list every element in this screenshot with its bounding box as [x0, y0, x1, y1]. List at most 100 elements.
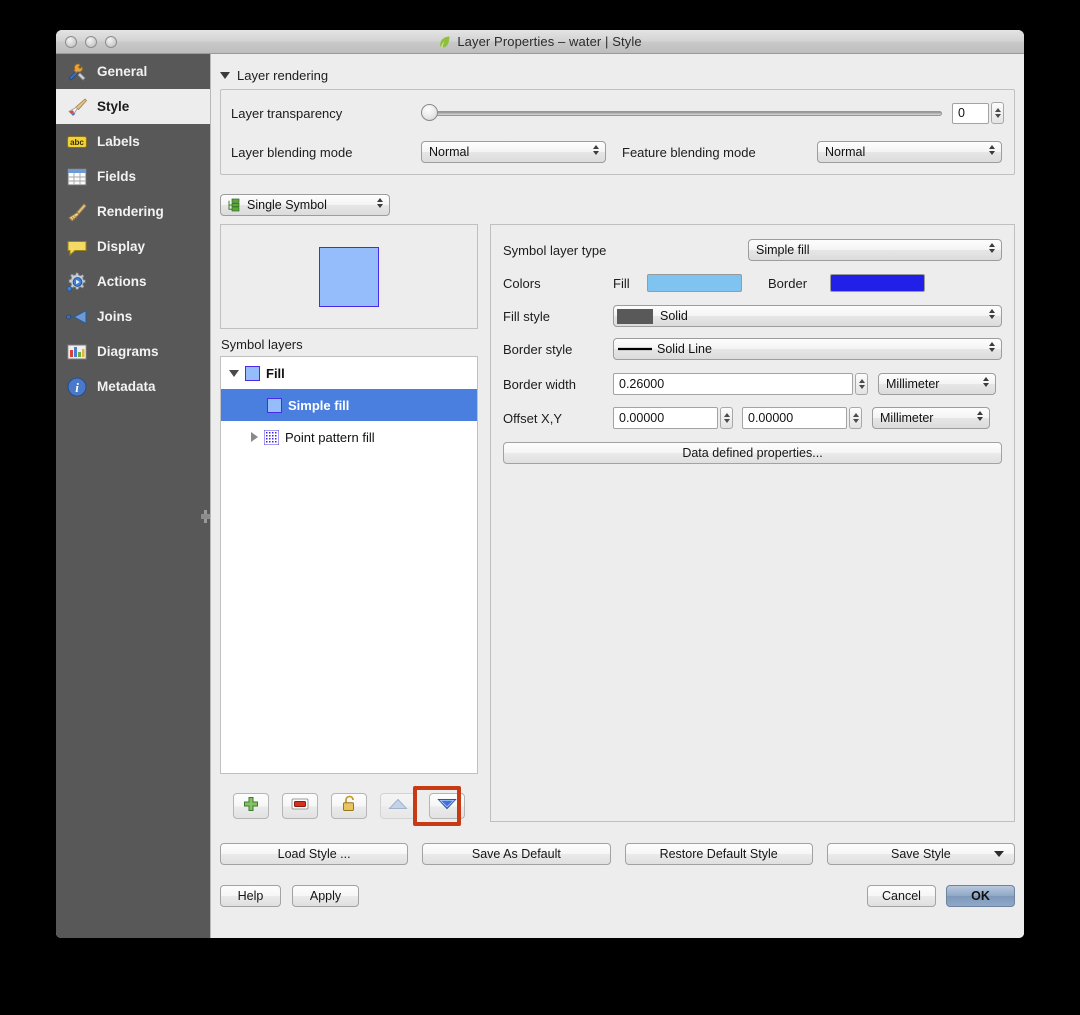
stepper-up-icon[interactable] [724, 413, 730, 417]
stepper-down-icon[interactable] [859, 385, 865, 389]
offset-y-stepper[interactable] [849, 407, 862, 429]
stepper-up-icon[interactable] [859, 379, 865, 383]
sidebar-item-actions[interactable]: Actions [56, 264, 210, 299]
window-title-text: Layer Properties – water | Style [457, 34, 641, 49]
broom-icon [66, 201, 88, 223]
add-symbol-layer-button[interactable] [233, 793, 269, 819]
padlock-icon [342, 795, 357, 817]
cancel-button[interactable]: Cancel [867, 885, 936, 907]
sidebar-item-label: Diagrams [97, 344, 159, 359]
layer-rendering-group: Layer transparency 0 Layer blending mode… [220, 89, 1015, 175]
close-button[interactable] [65, 36, 77, 48]
offset-x-input[interactable]: 0.00000 [613, 407, 718, 429]
save-as-default-button[interactable]: Save As Default [422, 843, 610, 865]
stepper-up-icon[interactable] [995, 108, 1001, 112]
sidebar-item-diagrams[interactable]: Diagrams [56, 334, 210, 369]
feature-blending-mode-combo[interactable]: Normal [817, 141, 1002, 163]
settings-sidebar: General Style abc Labels FieldsRenderingDisp… [56, 54, 210, 938]
fill-style-value: Solid [660, 309, 688, 323]
offset-y-input[interactable]: 0.00000 [742, 407, 847, 429]
border-style-label: Border style [503, 342, 613, 357]
layer-rendering-section-header[interactable]: Layer rendering [220, 68, 1024, 83]
save-style-label: Save Style [891, 847, 951, 861]
data-defined-properties-button[interactable]: Data defined properties... [503, 442, 1002, 464]
stepper-down-icon[interactable] [995, 114, 1001, 118]
border-width-input[interactable]: 0.26000 [613, 373, 853, 395]
ok-button[interactable]: OK [946, 885, 1015, 907]
border-style-combo[interactable]: Solid Line [613, 338, 1002, 360]
chevron-updown-icon [593, 145, 599, 155]
layer-rendering-title: Layer rendering [237, 68, 328, 83]
symbol-layer-type-row: Symbol layer type Simple fill [503, 239, 1002, 261]
chevron-right-icon[interactable] [251, 432, 258, 442]
tree-row[interactable]: Simple fill [221, 389, 477, 421]
sidebar-item-label: Actions [97, 274, 147, 289]
offset-x-stepper[interactable] [720, 407, 733, 429]
svg-text:abc: abc [70, 138, 84, 147]
border-style-value: Solid Line [657, 342, 712, 356]
symbol-layers-label: Symbol layers [221, 337, 478, 352]
stepper-down-icon[interactable] [724, 419, 730, 423]
chevron-down-icon[interactable] [229, 370, 239, 377]
border-color-swatch[interactable] [830, 274, 925, 292]
tree-row[interactable]: Point pattern fill [221, 421, 477, 453]
window-controls [65, 36, 117, 48]
sidebar-item-general[interactable]: General [56, 54, 210, 89]
sidebar-item-label: Labels [97, 134, 140, 149]
sidebar-item-style[interactable]: Style [56, 89, 210, 124]
layer-transparency-stepper[interactable] [991, 102, 1004, 124]
feature-blending-mode-label: Feature blending mode [622, 145, 817, 160]
abc-label-icon: abc [66, 131, 88, 153]
layer-transparency-label: Layer transparency [231, 106, 421, 121]
layer-transparency-row: Layer transparency 0 [231, 102, 1004, 124]
apply-button[interactable]: Apply [292, 885, 359, 907]
layer-blending-mode-combo[interactable]: Normal [421, 141, 606, 163]
sidebar-item-labels[interactable]: abc Labels [56, 124, 210, 159]
zoom-button[interactable] [105, 36, 117, 48]
blending-modes-row: Layer blending mode Normal Feature blend… [231, 141, 1004, 163]
border-width-stepper[interactable] [855, 373, 868, 395]
offset-unit-combo[interactable]: Millimeter [872, 407, 990, 429]
save-style-button[interactable]: Save Style [827, 843, 1015, 865]
sidebar-item-metadata[interactable]: i Metadata [56, 369, 210, 404]
simple-fill-swatch-icon [267, 398, 282, 413]
load-style-button[interactable]: Load Style ... [220, 843, 408, 865]
restore-default-style-button[interactable]: Restore Default Style [625, 843, 813, 865]
border-width-unit-combo[interactable]: Millimeter [878, 373, 996, 395]
renderer-type-combo[interactable]: Single Symbol [220, 194, 390, 216]
sidebar-item-joins[interactable]: Joins [56, 299, 210, 334]
chevron-updown-icon [989, 243, 995, 253]
point-pattern-swatch-icon [264, 430, 279, 445]
symbol-layer-type-label: Symbol layer type [503, 243, 748, 258]
stepper-up-icon[interactable] [853, 413, 859, 417]
help-button[interactable]: Help [220, 885, 281, 907]
symbol-layer-type-combo[interactable]: Simple fill [748, 239, 1002, 261]
sidebar-item-label: Style [97, 99, 129, 114]
sidebar-item-display[interactable]: Display [56, 229, 210, 264]
slider-knob[interactable] [421, 104, 438, 121]
panel-splitter-handle[interactable] [201, 509, 210, 523]
offset-unit-value: Millimeter [880, 411, 933, 425]
layer-transparency-value[interactable]: 0 [952, 103, 989, 124]
remove-symbol-layer-button[interactable] [282, 793, 318, 819]
layer-transparency-slider[interactable] [421, 104, 942, 122]
dialog-actions-row: Help Apply Cancel OK [220, 885, 1015, 907]
tree-row[interactable]: Fill [221, 357, 477, 389]
fill-style-row: Fill style Solid [503, 305, 1002, 327]
paintbrush-icon [66, 96, 88, 118]
move-layer-up-button [380, 793, 416, 819]
fill-color-swatch[interactable] [647, 274, 742, 292]
sidebar-item-fields[interactable]: Fields [56, 159, 210, 194]
minimize-button[interactable] [85, 36, 97, 48]
symbol-layers-tree[interactable]: FillSimple fillPoint pattern fill [220, 356, 478, 774]
stepper-down-icon[interactable] [853, 419, 859, 423]
slider-track [421, 111, 942, 116]
chevron-updown-icon [377, 198, 383, 208]
border-color-label: Border [768, 276, 830, 291]
sidebar-item-label: Metadata [97, 379, 156, 394]
lock-layer-button[interactable] [331, 793, 367, 819]
sidebar-item-rendering[interactable]: Rendering [56, 194, 210, 229]
fill-style-combo[interactable]: Solid [613, 305, 1002, 327]
info-circle-icon: i [66, 376, 88, 398]
diagram-chart-icon [66, 341, 88, 363]
